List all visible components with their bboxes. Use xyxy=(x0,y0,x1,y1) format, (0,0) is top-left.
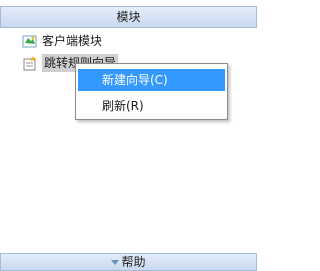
help-label: 帮助 xyxy=(121,255,146,269)
module-panel: 模块 客户端模块 跳转规则向导 新建向导(C) 刷新(R) 帮助 xyxy=(0,0,259,271)
context-menu: 新建向导(C) 刷新(R) xyxy=(75,63,228,120)
tree-item-client-module[interactable]: 客户端模块 xyxy=(22,32,102,50)
context-menu-refresh[interactable]: 刷新(R) xyxy=(78,95,225,117)
panel-title: 模块 xyxy=(116,10,141,24)
panel-header: 模块 xyxy=(0,6,257,28)
wizard-icon xyxy=(22,55,38,71)
module-icon xyxy=(22,33,38,49)
triangle-down-icon xyxy=(111,260,120,265)
help-panel-header[interactable]: 帮助 xyxy=(0,253,257,271)
context-menu-new-wizard[interactable]: 新建向导(C) xyxy=(78,69,225,91)
tree-item-label: 客户端模块 xyxy=(42,34,103,48)
